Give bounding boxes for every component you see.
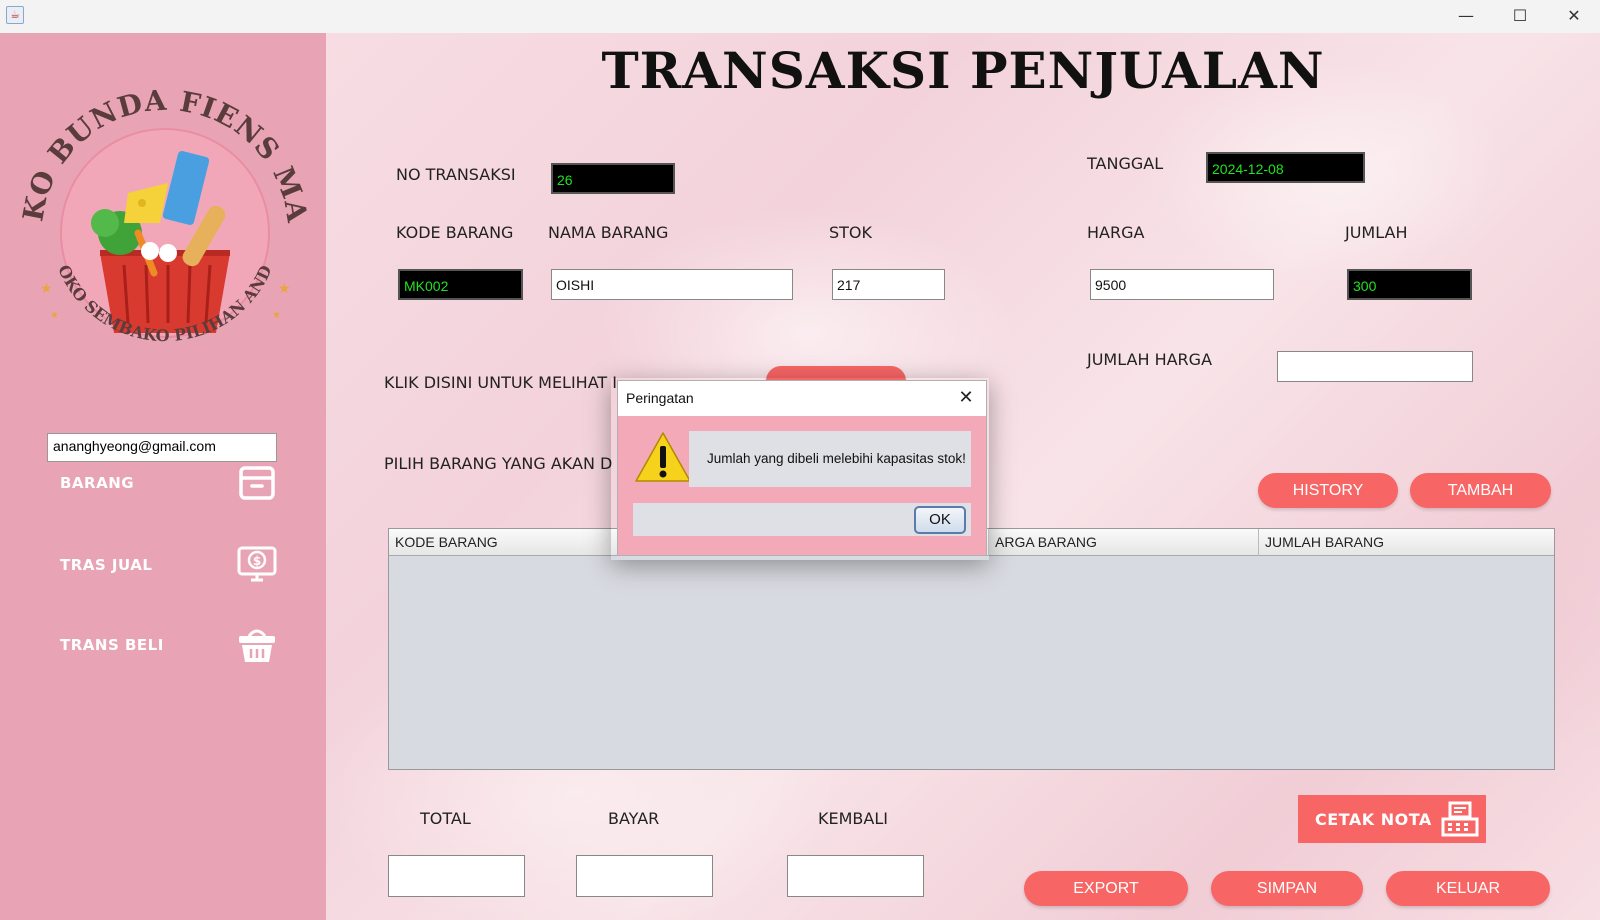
cash-register-icon <box>1441 801 1479 837</box>
dialog-title: Peringatan <box>626 390 694 406</box>
stok-field[interactable]: 217 <box>832 269 945 300</box>
nama-barang-label: NAMA BARANG <box>548 223 669 242</box>
jumlah-harga-label: JUMLAH HARGA <box>1087 350 1213 369</box>
stok-label: STOK <box>829 223 873 242</box>
page-title: TRANSAKSI PENJUALAN <box>601 41 1325 100</box>
archive-box-icon <box>239 466 275 500</box>
svg-text:★: ★ <box>278 281 291 297</box>
total-field[interactable] <box>388 855 525 897</box>
nama-barang-field[interactable]: OISHI <box>551 269 793 300</box>
export-button[interactable]: EXPORT <box>1024 871 1188 906</box>
kode-barang-label: KODE BARANG <box>396 223 514 242</box>
simpan-button[interactable]: SIMPAN <box>1211 871 1363 906</box>
kembali-field[interactable] <box>787 855 924 897</box>
no-transaksi-label: NO TRANSAKSI <box>396 165 516 184</box>
column-header-jumlah-barang[interactable]: JUMLAH BARANG <box>1259 529 1554 556</box>
monitor-dollar-icon: $ <box>237 546 277 582</box>
dialog-message-box: Jumlah yang dibeli melebihi kapasitas st… <box>689 431 971 487</box>
jumlah-harga-field[interactable] <box>1277 351 1473 382</box>
store-logo: ★ ★ ★ ★ TOKO BUNDA FIENS MART TOKO SEMBA… <box>20 83 310 345</box>
java-app-icon: ☕ <box>6 6 24 24</box>
items-table[interactable]: KODE BARANG ARGA BARANG JUMLAH BARANG <box>388 528 1555 770</box>
sidebar-item-label: TRANS BELI <box>60 636 164 654</box>
column-header-harga-barang[interactable]: ARGA BARANG <box>989 529 1259 556</box>
sidebar-item-label: BARANG <box>60 474 135 492</box>
cetak-nota-button[interactable]: CETAK NOTA <box>1298 795 1486 843</box>
dialog-titlebar[interactable]: Peringatan ✕ <box>618 381 986 416</box>
dialog-close-icon[interactable]: ✕ <box>954 386 978 410</box>
sidebar-item-label: TRAS JUAL <box>60 556 153 574</box>
total-label: TOTAL <box>420 809 471 828</box>
no-transaksi-field[interactable]: 26 <box>551 163 675 194</box>
warning-icon <box>635 432 691 482</box>
svg-text:★: ★ <box>40 281 53 297</box>
kode-barang-field[interactable]: MK002 <box>398 269 523 300</box>
minimize-button[interactable]: — <box>1446 4 1486 28</box>
tambah-button[interactable]: TAMBAH <box>1410 473 1551 508</box>
kembali-label: KEMBALI <box>818 809 888 828</box>
ok-button[interactable]: OK <box>914 506 966 534</box>
harga-field[interactable]: 9500 <box>1090 269 1274 300</box>
keluar-button[interactable]: KELUAR <box>1386 871 1550 906</box>
harga-label: HARGA <box>1087 223 1145 242</box>
sidebar-item-tras-jual[interactable]: TRAS JUAL $ <box>60 542 290 592</box>
tanggal-field[interactable]: 2024-12-08 <box>1206 152 1365 183</box>
warning-dialog: Peringatan ✕ Jumlah yang dibeli melebihi… <box>617 380 987 556</box>
svg-text:★: ★ <box>272 310 281 321</box>
dialog-button-row: OK <box>633 503 971 536</box>
svg-text:$: $ <box>253 554 261 568</box>
sidebar-item-trans-beli[interactable]: TRANS BELI <box>60 622 290 672</box>
user-email-field[interactable]: ananghyeong@gmail.com <box>47 433 277 462</box>
bayar-field[interactable] <box>576 855 713 897</box>
close-window-button[interactable]: ✕ <box>1554 4 1594 28</box>
jumlah-field[interactable]: 300 <box>1347 269 1472 300</box>
tanggal-label: TANGGAL <box>1087 154 1164 173</box>
svg-text:★: ★ <box>50 310 59 321</box>
bayar-label: BAYAR <box>608 809 660 828</box>
sidebar-item-barang[interactable]: BARANG <box>60 460 290 510</box>
sidebar: ★ ★ ★ ★ TOKO BUNDA FIENS MART TOKO SEMBA… <box>0 33 326 920</box>
pilih-barang-label: PILIH BARANG YANG AKAN D <box>384 454 613 473</box>
history-button[interactable]: HISTORY <box>1258 473 1398 508</box>
klik-disini-label: KLIK DISINI UNTUK MELIHAT I <box>384 373 617 392</box>
cetak-nota-label: CETAK NOTA <box>1315 810 1432 829</box>
shopping-basket-icon <box>239 629 275 662</box>
jumlah-label: JUMLAH <box>1345 223 1408 242</box>
window-titlebar: ☕ — ☐ ✕ <box>0 0 1600 33</box>
maximize-button[interactable]: ☐ <box>1500 4 1540 28</box>
dialog-message: Jumlah yang dibeli melebihi kapasitas st… <box>707 451 966 466</box>
